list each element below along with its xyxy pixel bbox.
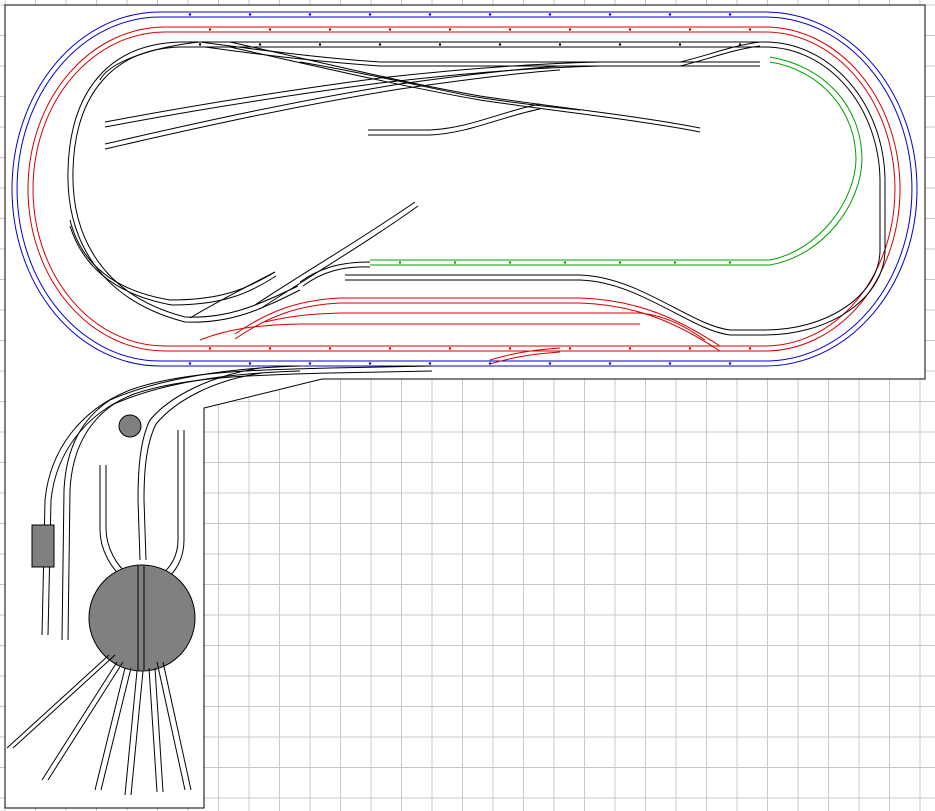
track-joint	[328, 28, 332, 31]
track-joint	[558, 43, 562, 46]
track-joint	[728, 362, 732, 365]
track-joint	[668, 13, 672, 16]
track-joint	[508, 28, 512, 31]
turntable[interactable]	[88, 564, 196, 672]
track-joint	[198, 43, 202, 46]
engine-shed-building[interactable]	[31, 524, 55, 568]
track-joint	[378, 43, 382, 46]
track-joint	[568, 28, 572, 31]
track-joint	[678, 43, 682, 46]
track-joint	[508, 261, 512, 264]
track-joint	[268, 347, 272, 350]
baseboard-outline	[4, 4, 926, 809]
track-joint	[398, 261, 402, 264]
track-joint	[438, 43, 442, 46]
track-joint	[248, 13, 252, 16]
track-plan-svg[interactable]	[0, 0, 935, 811]
track-joint	[748, 28, 752, 31]
track-joint	[248, 362, 252, 365]
track-joint	[688, 347, 692, 350]
track-joint	[208, 347, 212, 350]
track-joint	[508, 347, 512, 350]
track-joint	[268, 28, 272, 31]
track-joint	[618, 43, 622, 46]
track-joint	[728, 261, 732, 264]
track-joint	[328, 347, 332, 350]
water-tower[interactable]	[118, 414, 142, 438]
track-joint	[618, 261, 622, 264]
track-joint	[368, 362, 372, 365]
track-joint	[563, 261, 567, 264]
track-joint	[608, 362, 612, 365]
track-joint	[388, 347, 392, 350]
track-joint	[308, 13, 312, 16]
track-joint	[548, 13, 552, 16]
track-joint	[308, 362, 312, 365]
track-joint	[568, 347, 572, 350]
track-joint	[448, 28, 452, 31]
track-joint	[188, 13, 192, 16]
track-joint	[628, 28, 632, 31]
track-joint	[608, 13, 612, 16]
track-joint	[498, 43, 502, 46]
track-joint	[448, 347, 452, 350]
track-joint	[208, 28, 212, 31]
track-joint	[428, 362, 432, 365]
track-joint	[548, 362, 552, 365]
track-plan-canvas[interactable]	[0, 0, 935, 811]
track-joint	[318, 43, 322, 46]
track-joint	[738, 43, 742, 46]
track-joint	[188, 362, 192, 365]
track-joint	[728, 13, 732, 16]
track-joint	[488, 362, 492, 365]
track-joint	[673, 261, 677, 264]
track-joint	[388, 28, 392, 31]
track-joint	[628, 347, 632, 350]
track-joint	[453, 261, 457, 264]
track-joint	[668, 362, 672, 365]
track-joint	[688, 28, 692, 31]
track-joint	[488, 13, 492, 16]
track-joint	[748, 347, 752, 350]
track-joint	[258, 43, 262, 46]
track-joint	[428, 13, 432, 16]
track-joint	[368, 13, 372, 16]
